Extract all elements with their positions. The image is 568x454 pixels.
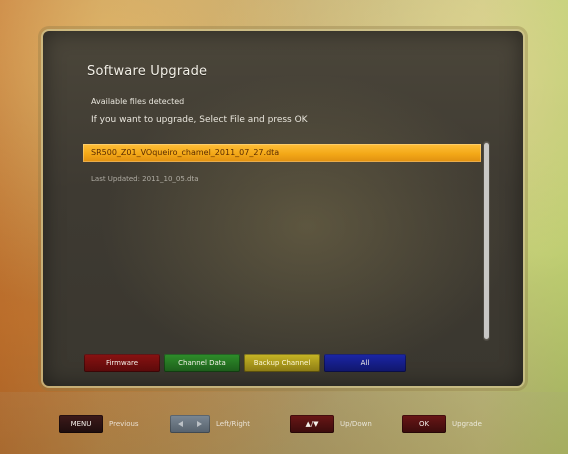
- hint-up-down: ▲/▼ Up/Down: [290, 414, 372, 434]
- color-button-bar: Firmware Channel Data Backup Channel All: [84, 354, 444, 372]
- up-down-key[interactable]: ▲/▼: [290, 415, 334, 433]
- channel-data-button[interactable]: Channel Data: [164, 354, 240, 372]
- backup-channel-button[interactable]: Backup Channel: [244, 354, 320, 372]
- file-list-item[interactable]: Last Updated: 2011_10_05.dta: [83, 170, 481, 188]
- file-list[interactable]: SR500_Z01_VOqueiro_chamel_2011_07_27.dta…: [83, 144, 481, 334]
- available-files-text: Available files detected: [91, 97, 185, 106]
- file-list-scrollbar[interactable]: [483, 141, 490, 341]
- instructions-text: If you want to upgrade, Select File and …: [91, 115, 308, 125]
- hint-upgrade: OK Upgrade: [402, 414, 482, 434]
- file-name: Last Updated: 2011_10_05.dta: [91, 175, 199, 183]
- upgrade-panel: Software Upgrade Available files detecte…: [43, 31, 523, 386]
- menu-key[interactable]: MENU: [59, 415, 103, 433]
- left-right-label: Left/Right: [216, 420, 250, 428]
- page-title: Software Upgrade: [87, 64, 208, 79]
- scrollbar-thumb[interactable]: [484, 143, 489, 339]
- up-down-label: Up/Down: [340, 420, 372, 428]
- hint-left-right: Left/Right: [170, 414, 250, 434]
- all-button[interactable]: All: [324, 354, 406, 372]
- hint-previous: MENU Previous: [59, 414, 139, 434]
- previous-label: Previous: [109, 420, 139, 428]
- file-name: SR500_Z01_VOqueiro_chamel_2011_07_27.dta: [91, 148, 280, 157]
- upgrade-label: Upgrade: [452, 420, 482, 428]
- tv-screen: Software Upgrade Available files detecte…: [0, 0, 568, 454]
- file-list-item-selected[interactable]: SR500_Z01_VOqueiro_chamel_2011_07_27.dta: [83, 144, 481, 162]
- firmware-button[interactable]: Firmware: [84, 354, 160, 372]
- ok-key[interactable]: OK: [402, 415, 446, 433]
- left-right-arrows-icon[interactable]: [170, 415, 210, 433]
